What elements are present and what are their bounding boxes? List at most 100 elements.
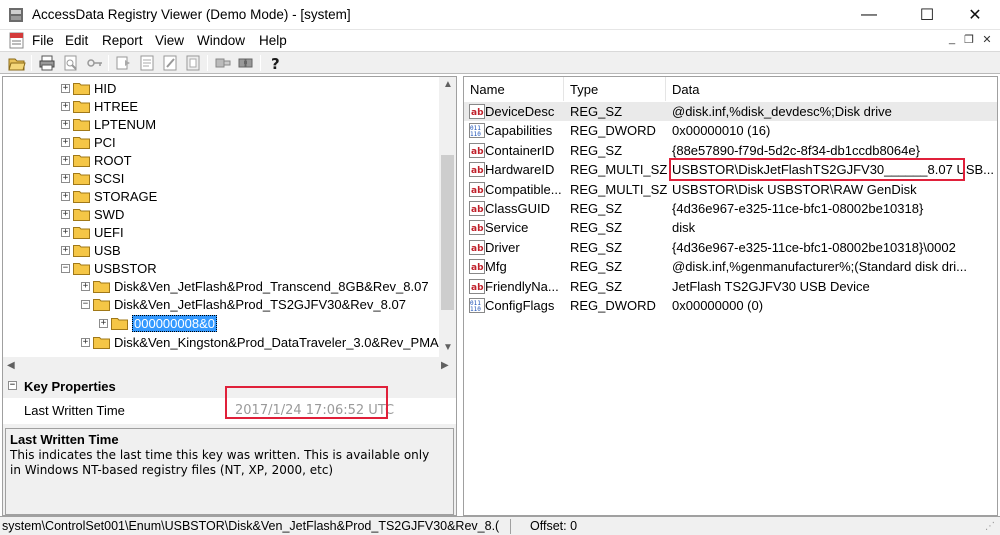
tree-node-htree[interactable]: + HTREE: [61, 97, 138, 115]
column-header-data[interactable]: Data: [666, 77, 997, 101]
tree-node-usb[interactable]: + USB: [61, 241, 121, 259]
value-data: @disk.inf,%genmanufacturer%;(Standard di…: [672, 259, 967, 275]
tree-node-lptenum[interactable]: + LPTENUM: [61, 115, 156, 133]
tree-node-label: ROOT: [94, 152, 132, 168]
expand-icon[interactable]: +: [61, 119, 70, 129]
expand-icon[interactable]: +: [99, 318, 108, 328]
toolbar-separator: [108, 55, 109, 71]
column-header-name[interactable]: Name: [464, 77, 564, 101]
value-row[interactable]: 011 110 Capabilities REG_DWORD 0x00000010…: [464, 121, 997, 140]
folder-icon: [73, 244, 90, 257]
binary-value-icon: 011110: [469, 123, 485, 139]
child-minimize-button[interactable]: _: [944, 33, 960, 45]
resize-grip-icon[interactable]: ⋰: [985, 521, 995, 532]
tree-node-serial[interactable]: + 000000008&0: [99, 314, 217, 332]
key-property-row[interactable]: Last Written Time 2017/1/24 17:06:52 UTC: [3, 386, 456, 424]
value-name: ConfigFlags: [485, 298, 555, 313]
column-header-type[interactable]: Type: [564, 77, 666, 101]
report-icon[interactable]: [115, 54, 133, 72]
tree-node-uefi[interactable]: + UEFI: [61, 223, 124, 241]
summary-icon[interactable]: [184, 54, 202, 72]
tree-node-storage[interactable]: + STORAGE: [61, 187, 157, 205]
tree-horizontal-scrollbar[interactable]: ◀ ▶: [3, 357, 456, 374]
value-data: disk: [672, 220, 696, 236]
value-row[interactable]: ab FriendlyNa... REG_SZ JetFlash TS2GJFV…: [464, 277, 997, 296]
scrollbar-thumb[interactable]: [441, 155, 454, 310]
menu-window[interactable]: Window: [197, 33, 245, 48]
menu-view[interactable]: View: [155, 33, 184, 48]
value-row[interactable]: ab Compatible... REG_MULTI_SZ USBSTOR\Di…: [464, 180, 997, 199]
value-row[interactable]: ab Service REG_SZ disk: [464, 218, 997, 237]
value-row[interactable]: ab ClassGUID REG_SZ {4d36e967-e325-11ce-…: [464, 199, 997, 218]
scroll-up-icon[interactable]: ▲: [443, 79, 453, 90]
toolbar-separator: [31, 55, 32, 71]
svg-text:ab: ab: [471, 108, 484, 118]
folder-icon: [73, 190, 90, 203]
expand-icon[interactable]: +: [81, 337, 90, 347]
tree-node-root[interactable]: + ROOT: [61, 151, 132, 169]
expand-icon[interactable]: +: [61, 137, 70, 147]
tree-node-ts2gjfv30[interactable]: − Disk&Ven_JetFlash&Prod_TS2GJFV30&Rev_8…: [81, 295, 406, 313]
collapse-icon[interactable]: −: [8, 381, 17, 390]
menu-file[interactable]: File: [32, 33, 54, 48]
collapse-icon[interactable]: −: [61, 263, 70, 273]
document-icon[interactable]: [8, 32, 26, 49]
ab-string-icon: ab: [469, 278, 485, 294]
close-button[interactable]: ✕: [952, 0, 998, 30]
find-key-icon[interactable]: [214, 54, 232, 72]
value-row[interactable]: ab HardwareID REG_MULTI_SZ USBSTOR\DiskJ…: [464, 158, 997, 182]
value-row[interactable]: ab DeviceDesc REG_SZ @disk.inf,%disk_dev…: [464, 102, 997, 122]
key-icon[interactable]: [86, 54, 104, 72]
expand-icon[interactable]: +: [61, 155, 70, 165]
value-data: {88e57890-f79d-5d2c-8f34-db1ccdb8064e}: [672, 142, 920, 158]
properties-icon[interactable]: [138, 54, 156, 72]
app-icon: [9, 8, 23, 22]
tree-node-kingston[interactable]: + Disk&Ven_Kingston&Prod_DataTraveler_3.…: [81, 333, 439, 351]
key-properties-title: Key Properties: [24, 379, 116, 394]
help-icon[interactable]: ?: [266, 54, 284, 72]
expand-icon[interactable]: +: [61, 101, 70, 111]
folder-icon: [111, 317, 128, 330]
expand-icon[interactable]: +: [61, 245, 70, 255]
expand-icon[interactable]: +: [61, 173, 70, 183]
expand-icon[interactable]: +: [81, 281, 90, 291]
expand-icon[interactable]: +: [61, 191, 70, 201]
values-list[interactable]: Name Type Data ab DeviceDesc REG_SZ @dis…: [463, 76, 998, 516]
open-folder-icon[interactable]: [8, 54, 26, 72]
collapse-icon[interactable]: −: [81, 299, 90, 309]
folder-icon: [73, 118, 90, 131]
print-preview-icon[interactable]: [62, 54, 80, 72]
registry-tree[interactable]: + HID + HTREE + LPTENUM + PCI + ROOT + S…: [3, 77, 439, 357]
tree-node-swd[interactable]: + SWD: [61, 205, 124, 223]
value-row[interactable]: ab Driver REG_SZ {4d36e967-e325-11ce-bfc…: [464, 238, 997, 257]
value-row[interactable]: 011 110 ConfigFlags REG_DWORD 0x00000000 …: [464, 296, 997, 315]
scroll-right-icon[interactable]: ▶: [441, 360, 449, 371]
menu-report[interactable]: Report: [102, 33, 143, 48]
value-type: REG_DWORD: [570, 298, 656, 313]
find-icon[interactable]: [237, 54, 255, 72]
tree-node-scsi[interactable]: + SCSI: [61, 169, 124, 187]
properties-edit-icon[interactable]: [161, 54, 179, 72]
tree-node-usbstor[interactable]: − USBSTOR: [61, 259, 157, 277]
title-bar: AccessData Registry Viewer (Demo Mode) -…: [0, 0, 1000, 30]
child-close-button[interactable]: ✕: [979, 33, 995, 46]
maximize-button[interactable]: ☐: [904, 0, 950, 30]
minimize-button[interactable]: —: [846, 0, 892, 30]
scroll-left-icon[interactable]: ◀: [7, 360, 15, 371]
menu-help[interactable]: Help: [259, 33, 287, 48]
value-type: REG_SZ: [570, 278, 623, 294]
menu-edit[interactable]: Edit: [65, 33, 88, 48]
child-restore-button[interactable]: ❐: [961, 33, 977, 46]
expand-icon[interactable]: +: [61, 227, 70, 237]
tree-node-label: PCI: [94, 134, 116, 150]
tree-node-hid[interactable]: + HID: [61, 79, 116, 97]
scroll-down-icon[interactable]: ▼: [443, 342, 453, 353]
tree-vertical-scrollbar[interactable]: ▲ ▼: [439, 77, 456, 357]
tree-node-transcend[interactable]: + Disk&Ven_JetFlash&Prod_Transcend_8GB&R…: [81, 277, 429, 295]
value-row[interactable]: ab Mfg REG_SZ @disk.inf,%genmanufacturer…: [464, 257, 997, 276]
tree-node-pci[interactable]: + PCI: [61, 133, 116, 151]
expand-icon[interactable]: +: [61, 209, 70, 219]
print-icon[interactable]: [38, 54, 56, 72]
expand-icon[interactable]: +: [61, 83, 70, 93]
value-type: REG_MULTI_SZ: [570, 162, 668, 178]
